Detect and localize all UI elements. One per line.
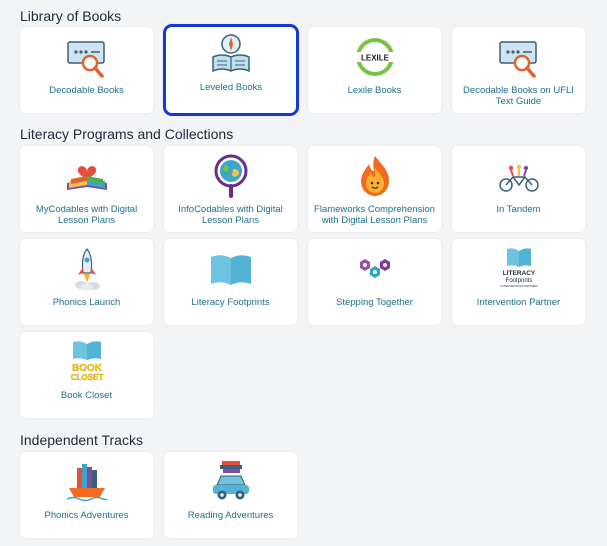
card-label: Decodable Books on UFLI Text Guide	[463, 85, 574, 107]
book-closet-logo-icon: BOOK CLOSET	[70, 341, 103, 382]
compass-book-icon	[212, 34, 250, 73]
rocket-icon	[74, 248, 100, 291]
card-label: Stepping Together	[336, 297, 413, 308]
card-label: Book Closet	[60, 390, 113, 401]
card-decodable-books-ufli[interactable]: Decodable Books on UFLI Text Guide	[452, 27, 585, 113]
card-label: Flameworks Comprehension with Digital Le…	[314, 204, 435, 226]
card-flameworks[interactable]: Flameworks Comprehension with Digital Le…	[308, 146, 441, 232]
card-in-tandem[interactable]: In Tandem	[452, 146, 585, 232]
card-infocodables[interactable]: InfoCodables with Digital Lesson Plans	[164, 146, 297, 232]
card-label: Phonics Adventures	[44, 510, 129, 521]
card-lexile-books[interactable]: LEXILE Lexile Books	[308, 27, 441, 113]
card-literacy-footprints[interactable]: Literacy Footprints	[164, 239, 297, 325]
card-label: Reading Adventures	[187, 510, 274, 521]
card-book-closet[interactable]: BOOK CLOSET Book Closet	[20, 332, 153, 418]
book-search-icon	[66, 41, 105, 78]
card-label: MyCodables with Digital Lesson Plans	[35, 204, 138, 226]
card-label: Lexile Books	[347, 85, 402, 96]
literacy-footprints-logo-icon: LITERACY Footprints INTERVENTION PARTNER	[500, 248, 538, 288]
section-title-library: Library of Books	[20, 8, 122, 24]
card-mycodables[interactable]: MyCodables with Digital Lesson Plans	[20, 146, 153, 232]
card-label: Phonics Launch	[52, 297, 121, 308]
lexile-logo-icon: LEXILE	[353, 38, 396, 76]
card-decodable-books[interactable]: Decodable Books	[20, 27, 153, 113]
section-title-independent: Independent Tracks	[20, 432, 143, 448]
flame-face-icon	[360, 156, 389, 196]
card-leveled-books[interactable]: Leveled Books	[163, 24, 299, 116]
card-intervention-partner[interactable]: LITERACY Footprints INTERVENTION PARTNER…	[452, 239, 585, 325]
card-stepping-together[interactable]: Stepping Together	[308, 239, 441, 325]
section-title-literacy: Literacy Programs and Collections	[20, 126, 234, 142]
card-label: Leveled Books	[199, 82, 263, 93]
card-label: InfoCodables with Digital Lesson Plans	[178, 204, 283, 226]
book-car-icon	[212, 461, 249, 500]
logo-text-intervention: INTERVENTION PARTNER	[500, 284, 538, 288]
card-label: Literacy Footprints	[191, 297, 270, 308]
card-label: In Tandem	[496, 204, 541, 215]
card-label: Decodable Books	[49, 85, 124, 96]
book-boat-icon	[66, 464, 108, 502]
card-reading-adventures[interactable]: Reading Adventures	[164, 452, 297, 538]
hexagons-icon	[359, 259, 390, 278]
globe-magnifier-icon	[214, 154, 247, 198]
logo-text-closet: CLOSET	[70, 373, 103, 382]
card-phonics-adventures[interactable]: Phonics Adventures	[20, 452, 153, 538]
open-book-icon	[210, 255, 251, 285]
lexile-logo-text: LEXILE	[360, 54, 389, 63]
card-phonics-launch[interactable]: Phonics Launch	[20, 239, 153, 325]
card-label: Intervention Partner	[476, 297, 561, 308]
heart-book-icon	[66, 166, 107, 190]
logo-text-literacy: LITERACY	[502, 270, 535, 277]
book-search-icon	[498, 41, 537, 78]
tandem-bike-icon	[498, 164, 539, 192]
